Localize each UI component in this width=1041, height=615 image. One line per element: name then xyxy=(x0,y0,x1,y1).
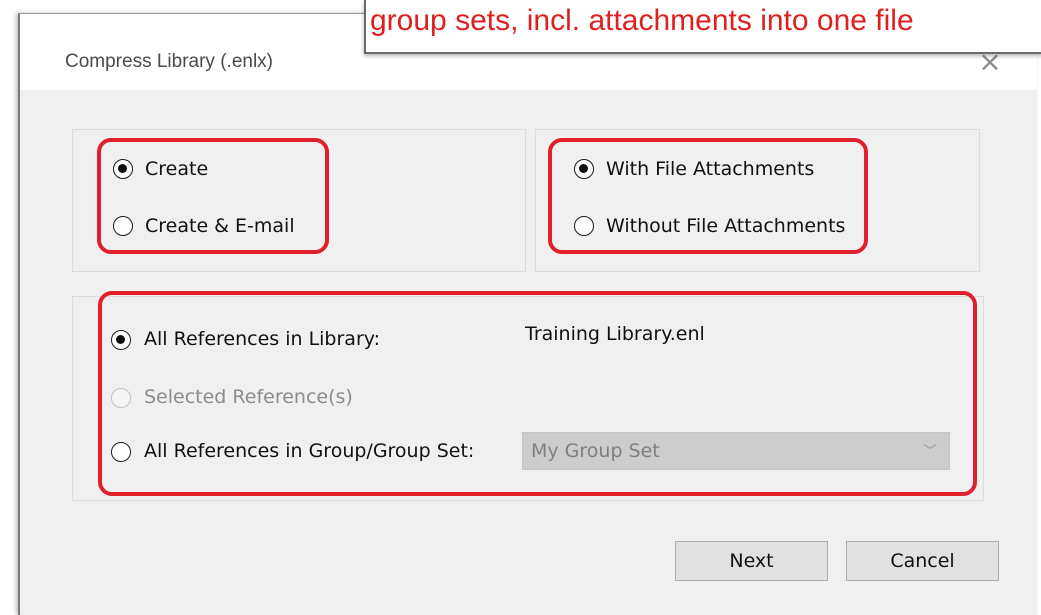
compress-library-dialog: Compress Library (.enlx) × Create Create… xyxy=(18,13,1037,615)
annotation-banner: group sets, incl. attachments into one f… xyxy=(364,0,1041,54)
highlight-attachment-options xyxy=(548,138,868,254)
highlight-scope-options xyxy=(98,291,977,496)
dialog-title: Compress Library (.enlx) xyxy=(65,51,273,72)
next-button[interactable]: Next xyxy=(675,541,828,581)
banner-text: group sets, incl. attachments into one f… xyxy=(370,4,914,37)
highlight-mode-options xyxy=(97,138,329,254)
screenshot-frame: Compress Library (.enlx) × Create Create… xyxy=(0,0,1041,615)
cancel-button[interactable]: Cancel xyxy=(846,541,999,581)
